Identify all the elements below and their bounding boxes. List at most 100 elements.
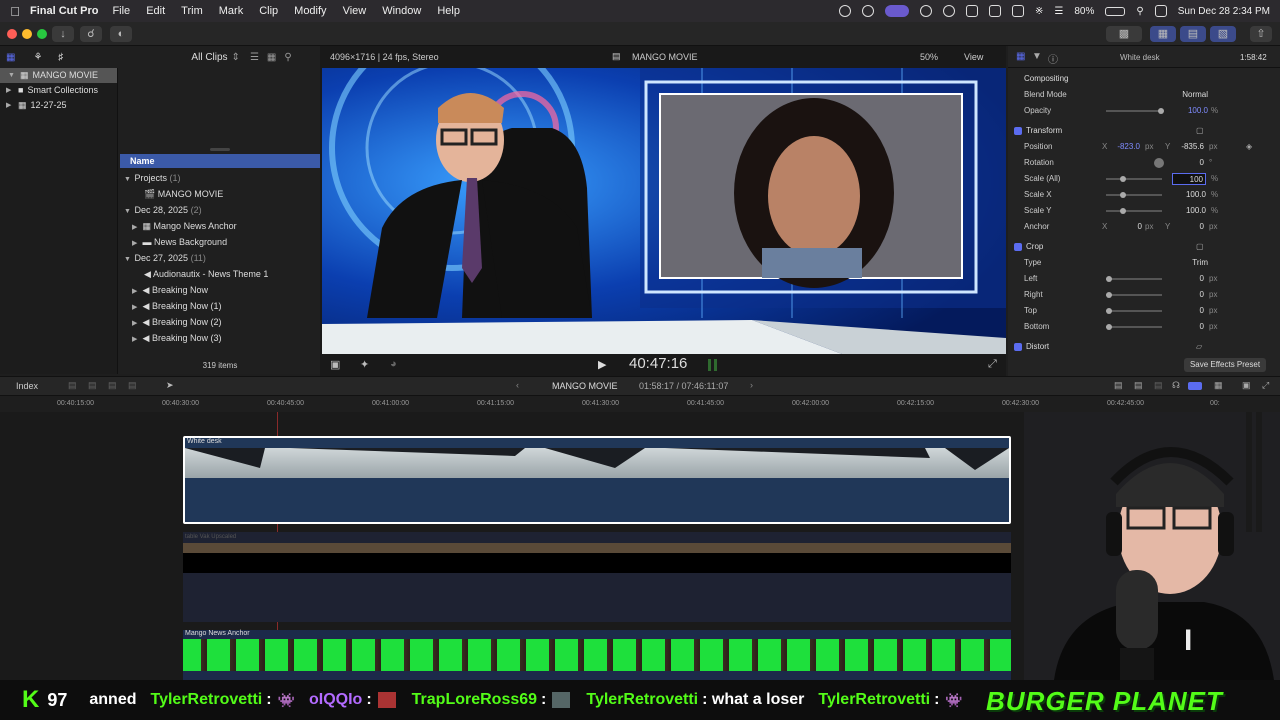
- view-dropdown[interactable]: View: [964, 52, 983, 62]
- menu-edit[interactable]: Edit: [146, 5, 165, 17]
- list-item[interactable]: ▶ ◀ Breaking Now: [120, 282, 320, 298]
- app-menu[interactable]: Final Cut Pro: [30, 5, 98, 17]
- slider-knob[interactable]: [1120, 192, 1126, 198]
- keyword-icon[interactable]: ☌: [80, 26, 102, 42]
- crop-top-value[interactable]: 0: [1178, 303, 1204, 319]
- list-item[interactable]: 🎬 MANGO MOVIE: [120, 186, 320, 202]
- blend-mode-dropdown[interactable]: Normal: [1148, 87, 1208, 103]
- timecode[interactable]: 40:47:16: [629, 355, 687, 372]
- anchor-y-value[interactable]: 0: [1176, 219, 1204, 235]
- list-view-icon[interactable]: ☰: [250, 52, 259, 63]
- menu-trim[interactable]: Trim: [181, 5, 203, 17]
- column-header-name[interactable]: Name: [120, 154, 320, 168]
- inspector-toggle-icon[interactable]: ▧: [1210, 26, 1236, 42]
- scale-y-slider[interactable]: [1106, 210, 1162, 212]
- sidebar-item-smart-collections[interactable]: ▶ ■ Smart Collections: [0, 83, 117, 98]
- color-inspector-icon[interactable]: ▼: [1032, 51, 1042, 62]
- slider-knob[interactable]: [1120, 208, 1126, 214]
- libraries-icon[interactable]: ▦: [6, 52, 15, 63]
- list-item[interactable]: ▶ ◀ Breaking Now (1): [120, 298, 320, 314]
- distort-section[interactable]: Distort ▱: [1008, 339, 1280, 355]
- crop-type-dropdown[interactable]: Trim: [1168, 255, 1208, 271]
- list-group[interactable]: ▼ Dec 27, 2025 (11): [120, 250, 320, 266]
- disclosure-icon[interactable]: ▶: [132, 332, 140, 348]
- clock[interactable]: Sun Dec 28 2:34 PM: [1178, 6, 1270, 17]
- slider-knob[interactable]: [1106, 308, 1112, 314]
- slider-knob[interactable]: [1106, 276, 1112, 282]
- crop-slider[interactable]: [1106, 310, 1162, 312]
- disclosure-icon[interactable]: ▶: [6, 98, 14, 113]
- search-icon[interactable]: ⚲: [284, 52, 291, 63]
- bluetooth-icon[interactable]: ※: [1035, 6, 1043, 17]
- append-clip-icon[interactable]: ▤: [108, 380, 117, 391]
- sidebar-item-event[interactable]: ▶ ▦ 12-27-25: [0, 98, 117, 113]
- clip-filter-dropdown[interactable]: All Clips: [191, 52, 227, 63]
- close-window-button[interactable]: [7, 29, 17, 39]
- share-icon[interactable]: ⇧: [1250, 26, 1272, 42]
- timeline-project-name[interactable]: MANGO MOVIE: [552, 381, 618, 391]
- headphones-icon[interactable]: ☊: [1172, 380, 1180, 391]
- connect-clip-icon[interactable]: ▤: [68, 380, 77, 391]
- battery-icon[interactable]: [1105, 6, 1126, 16]
- scale-x-slider[interactable]: [1106, 194, 1162, 196]
- crop-bottom-value[interactable]: 0: [1178, 319, 1204, 335]
- onscreen-control-icon[interactable]: ▢: [1196, 239, 1204, 255]
- overwrite-clip-icon[interactable]: ▤: [128, 380, 137, 391]
- crop-right-value[interactable]: 0: [1178, 287, 1204, 303]
- onscreen-control-icon[interactable]: ▢: [1196, 123, 1204, 139]
- disclosure-icon[interactable]: ▼: [8, 68, 16, 83]
- sidebar-item-library[interactable]: ▼ ▦ MANGO MOVIE: [0, 68, 117, 83]
- menu-view[interactable]: View: [343, 5, 367, 17]
- disclosure-icon[interactable]: ▶: [6, 83, 14, 98]
- list-item[interactable]: ▶ ▦ Mango News Anchor: [120, 218, 320, 234]
- clip-appearance-icon[interactable]: ▤: [1114, 380, 1123, 391]
- checkbox-icon[interactable]: [1014, 243, 1022, 251]
- transform-tool-icon[interactable]: ▣: [330, 358, 340, 371]
- scale-all-input[interactable]: 100: [1172, 173, 1206, 185]
- checkbox-icon[interactable]: [1014, 343, 1022, 351]
- info-icon[interactable]: ⓘ: [1048, 51, 1058, 66]
- opacity-slider[interactable]: [1106, 110, 1162, 112]
- insert-clip-icon[interactable]: ▤: [88, 380, 97, 391]
- list-group[interactable]: ▼ Projects (1): [120, 170, 320, 186]
- wifi-icon[interactable]: ☰: [1054, 6, 1063, 17]
- transform-section[interactable]: Transform ▢: [1008, 123, 1280, 139]
- layout-icon[interactable]: ▩: [1106, 26, 1142, 42]
- crop-slider[interactable]: [1106, 326, 1162, 328]
- video-preview[interactable]: [322, 68, 1006, 354]
- scale-y-value[interactable]: 100.0: [1172, 203, 1206, 219]
- menu-clip[interactable]: Clip: [259, 5, 278, 17]
- anchor-x-value[interactable]: 0: [1112, 219, 1142, 235]
- grid-view-icon[interactable]: ▦: [267, 52, 276, 63]
- zoom-dropdown[interactable]: 50%: [920, 52, 938, 62]
- chevron-updown-icon[interactable]: ⇕: [232, 52, 240, 63]
- play-status-icon[interactable]: [943, 5, 956, 17]
- list-item[interactable]: ▶ ◀ Breaking Now (2): [120, 314, 320, 330]
- screen-icon[interactable]: [1012, 5, 1025, 17]
- status-app-icon[interactable]: [862, 5, 875, 17]
- photos-icon[interactable]: ⚘: [33, 52, 42, 63]
- rotation-value[interactable]: 0: [1178, 155, 1204, 171]
- menu-window[interactable]: Window: [382, 5, 421, 17]
- menu-help[interactable]: Help: [437, 5, 460, 17]
- clip-table[interactable]: table Vak Upscaled: [183, 532, 1011, 622]
- forward-icon[interactable]: ›: [750, 380, 753, 390]
- fullscreen-icon[interactable]: ⤢: [988, 358, 997, 371]
- zoom-in-icon[interactable]: ▤: [1134, 380, 1143, 391]
- video-inspector-icon[interactable]: ▦: [1016, 51, 1025, 62]
- opacity-value[interactable]: 100.0: [1178, 103, 1208, 119]
- play-button[interactable]: ▶: [598, 358, 606, 371]
- display-icon[interactable]: [989, 5, 1002, 17]
- slider-knob[interactable]: [1106, 292, 1112, 298]
- crop-section[interactable]: Crop ▢: [1008, 239, 1280, 255]
- menu-modify[interactable]: Modify: [294, 5, 326, 17]
- titles-icon[interactable]: ♯: [58, 52, 63, 63]
- save-effects-preset-button[interactable]: Save Effects Preset: [1184, 358, 1266, 372]
- slider-knob[interactable]: [1106, 324, 1112, 330]
- clip-mango-news-anchor[interactable]: Mango News Anchor: [183, 630, 1011, 680]
- status-record-icon[interactable]: [839, 5, 852, 17]
- volume-icon[interactable]: [966, 5, 979, 17]
- timeline-ruler[interactable]: 00:40:15:00 00:40:30:00 00:40:45:00 00:4…: [0, 396, 1280, 412]
- fullscreen-icon[interactable]: ⤢: [1262, 380, 1269, 391]
- effects-browser-icon[interactable]: ▦: [1214, 380, 1223, 391]
